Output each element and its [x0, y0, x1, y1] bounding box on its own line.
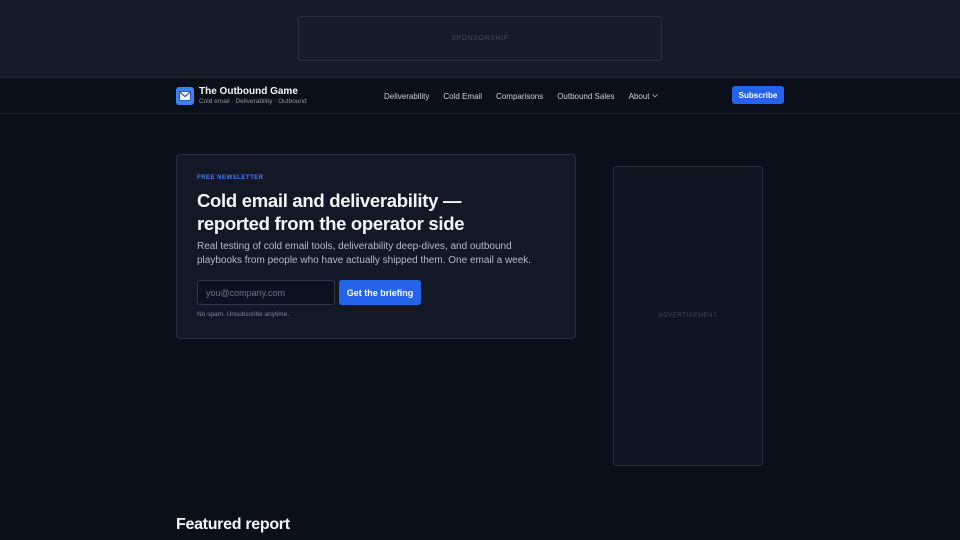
sponsorship-label: SPONSORSHIP: [451, 35, 509, 42]
subscribe-button[interactable]: Subscribe: [732, 86, 784, 104]
brand-tagline: Cold email · Deliverability · Outbound: [199, 98, 307, 105]
hero-subcopy: Real testing of cold email tools, delive…: [197, 241, 532, 266]
get-briefing-button[interactable]: Get the briefing: [339, 280, 421, 305]
newsletter-card: FREE NEWSLETTER Cold email and deliverab…: [176, 154, 576, 339]
main-nav: Deliverability Cold Email Comparisons Ou…: [384, 78, 672, 114]
brand-name: The Outbound Game: [199, 86, 298, 97]
hero-headline: Cold email and deliverability — reported…: [197, 190, 465, 234]
newsletter-eyebrow: FREE NEWSLETTER: [197, 175, 264, 181]
nav-item-outbound-sales[interactable]: Outbound Sales: [557, 92, 614, 101]
advertisement-slot[interactable]: ADVERTISEMENT: [613, 166, 763, 466]
featured-report-heading: Featured report: [176, 516, 290, 533]
nav-item-comparisons[interactable]: Comparisons: [496, 92, 543, 101]
envelope-logo-icon: [176, 87, 194, 105]
nav-item-about[interactable]: About: [629, 92, 659, 101]
nav-item-about-label: About: [628, 91, 650, 101]
privacy-note: No spam. Unsubscribe anytime.: [197, 311, 290, 318]
chevron-down-icon: [652, 94, 659, 98]
brand-home-link[interactable]: The Outbound Game Cold email · Deliverab…: [176, 86, 307, 106]
navbar: The Outbound Game Cold email · Deliverab…: [0, 78, 960, 114]
advertisement-label: ADVERTISEMENT: [658, 313, 718, 319]
nav-item-deliverability[interactable]: Deliverability: [384, 92, 429, 101]
email-input[interactable]: [197, 280, 335, 305]
nav-item-cold-email[interactable]: Cold Email: [443, 92, 482, 101]
sponsorship-slot[interactable]: SPONSORSHIP: [298, 16, 662, 61]
top-banner: SPONSORSHIP: [0, 0, 960, 78]
